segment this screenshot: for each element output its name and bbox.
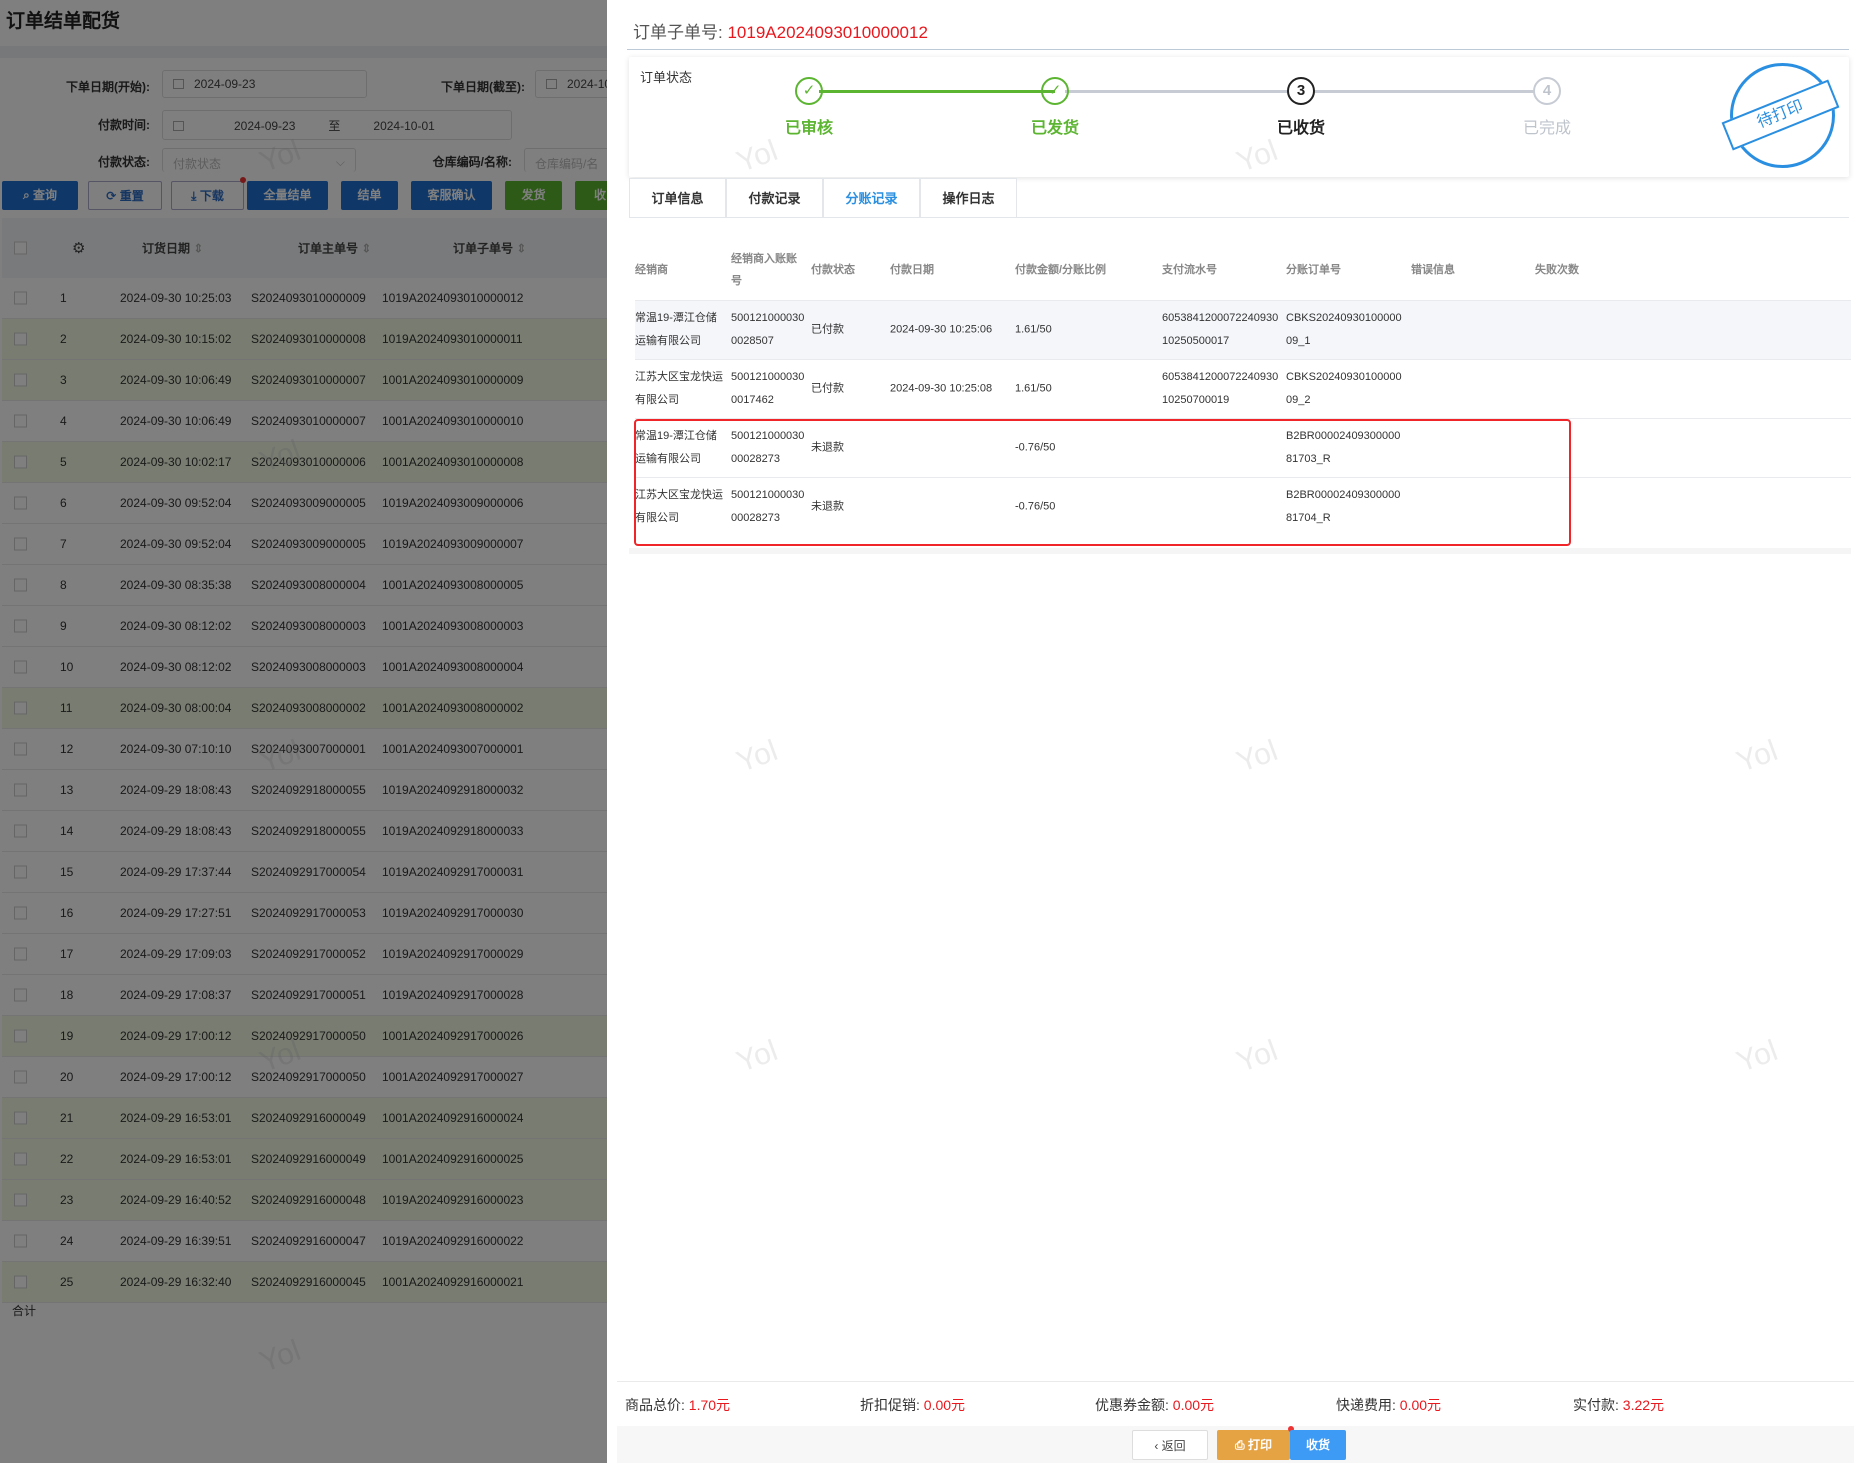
- pay-serial-no: 605384120007224093010250700019: [1162, 371, 1279, 406]
- order-status-card: 订单状态 ✓ 已审核 ✓ 已发货 3 已收货 4 已完成 待打印: [629, 57, 1849, 177]
- summary-value: 0.00元: [923, 1397, 966, 1413]
- order-status-label: 订单状态: [640, 70, 693, 85]
- summary-item: 实付款: 3.22元: [1573, 1395, 1664, 1415]
- sub-no-label: 订单子单号:: [633, 23, 723, 42]
- watermark: Yol: [732, 734, 782, 779]
- tab-payment-records[interactable]: 付款记录: [726, 178, 823, 218]
- step-shipped: ✓ 已发货: [1025, 77, 1085, 138]
- amount-ratio: 1.61/50: [1015, 382, 1052, 395]
- step-label: 已发货: [1030, 120, 1079, 137]
- printer-icon: ⎙: [1235, 1438, 1248, 1452]
- col-pay-status: 付款状态: [811, 264, 855, 276]
- chevron-left-icon: ‹: [1154, 1439, 1162, 1453]
- watermark: Yol: [1732, 734, 1782, 779]
- print-button[interactable]: ⎙ 打印: [1217, 1426, 1294, 1460]
- pending-print-stamp: 待打印: [1721, 63, 1840, 168]
- pay-status: 已付款: [811, 382, 844, 395]
- highlight-box: [634, 419, 1571, 546]
- summary-label: 优惠券金额:: [1095, 1397, 1169, 1413]
- step-received: 3 已收货: [1271, 77, 1331, 138]
- col-error-message: 错误信息: [1411, 264, 1455, 276]
- check-icon: ✓: [795, 77, 823, 105]
- step-number: 3: [1287, 77, 1315, 105]
- split-record-row: 常温19-潭江仓储运输有限公司 5001210000300028507 已付款 202…: [635, 300, 1851, 359]
- col-fail-count: 失败次数: [1535, 264, 1579, 276]
- summary-label: 快递费用:: [1336, 1397, 1396, 1413]
- step-connector: [819, 90, 1055, 93]
- split-record-row: 江苏大区宝龙快运有限公司 5001210000300017462 已付款 2024-0…: [635, 359, 1851, 418]
- sub-no-value: 1019A2024093010000012: [727, 23, 928, 42]
- pay-date: 2024-09-30 10:25:08: [890, 382, 993, 395]
- divider: [629, 548, 1851, 554]
- step-label: 已审核: [784, 120, 833, 137]
- receive-goods-button[interactable]: 收货: [1290, 1430, 1346, 1460]
- tab-order-info[interactable]: 订单信息: [629, 178, 726, 218]
- watermark: Yol: [1732, 1034, 1782, 1079]
- step-completed: 4 已完成: [1517, 77, 1577, 138]
- watermark: Yol: [732, 1034, 782, 1079]
- summary-value: 3.22元: [1622, 1397, 1665, 1413]
- tab-split-records[interactable]: 分账记录: [823, 178, 920, 218]
- order-list-page: 订单结单配货 下单日期(开始): 2024-09-23 下单日期(截至): 20…: [0, 0, 607, 1463]
- divider: [617, 1381, 1854, 1382]
- col-pay-serial-no: 支付流水号: [1162, 264, 1217, 276]
- summary-value: 0.00元: [1399, 1397, 1442, 1413]
- col-dealer: 经销商: [635, 264, 668, 276]
- summary-value: 1.70元: [688, 1397, 731, 1413]
- detail-tabs: 订单信息 付款记录 分账记录 操作日志: [629, 178, 1017, 218]
- dealer: 江苏大区宝龙快运有限公司: [635, 371, 723, 406]
- print-label: 打印: [1247, 1438, 1272, 1452]
- summary-label: 实付款:: [1573, 1397, 1619, 1413]
- dealer-account: 5001210000300028507: [731, 312, 805, 347]
- summary-item: 优惠券金额: 0.00元: [1095, 1395, 1214, 1415]
- divider: [627, 49, 1849, 50]
- split-order-no: CBKS2024093010000009_1: [1286, 312, 1402, 347]
- summary-item: 商品总价: 1.70元: [625, 1395, 730, 1415]
- step-number: 4: [1533, 77, 1561, 105]
- tab-operation-log[interactable]: 操作日志: [920, 178, 1017, 218]
- col-amount-ratio: 付款金额/分账比例: [1015, 264, 1107, 276]
- col-pay-date: 付款日期: [890, 264, 934, 276]
- dealer-account: 5001210000300017462: [731, 371, 805, 406]
- summary-item: 折扣促销: 0.00元: [860, 1395, 965, 1415]
- step-label: 已完成: [1522, 120, 1571, 137]
- col-split-order-no: 分账订单号: [1286, 264, 1341, 276]
- summary-label: 折扣促销:: [860, 1397, 920, 1413]
- amount-ratio: 1.61/50: [1015, 323, 1052, 336]
- order-detail-drawer: 订单子单号: 1019A2024093010000012 订单状态 ✓ 已审核 ✓…: [607, 0, 1854, 1463]
- table-header: 经销商 经销商入账账号 付款状态 付款日期 付款金额/分账比例 支付流水号 分账订单号 错误信…: [635, 240, 1851, 300]
- pay-status: 已付款: [811, 323, 844, 336]
- pay-date: 2024-09-30 10:25:06: [890, 323, 993, 336]
- back-button[interactable]: ‹ 返回: [1132, 1430, 1208, 1460]
- sub-order-header: 订单子单号: 1019A2024093010000012: [633, 18, 928, 43]
- summary-label: 商品总价:: [625, 1397, 685, 1413]
- stamp-text: 待打印: [1721, 79, 1840, 151]
- modal-overlay[interactable]: [0, 0, 607, 1463]
- step-label: 已收货: [1276, 120, 1325, 137]
- step-reviewed: ✓ 已审核: [779, 77, 839, 138]
- watermark: Yol: [1232, 734, 1282, 779]
- pay-serial-no: 605384120007224093010250500017: [1162, 312, 1279, 347]
- dealer: 常温19-潭江仓储运输有限公司: [635, 312, 717, 347]
- col-dealer-account: 经销商入账账号: [731, 253, 797, 287]
- back-label: 返回: [1161, 1439, 1186, 1453]
- step-connector: [1309, 90, 1539, 93]
- summary-value: 0.00元: [1172, 1397, 1215, 1413]
- summary-item: 快递费用: 0.00元: [1336, 1395, 1441, 1415]
- check-icon: ✓: [1041, 77, 1069, 105]
- split-order-no: CBKS2024093010000009_2: [1286, 371, 1402, 406]
- watermark: Yol: [1232, 1034, 1282, 1079]
- divider: [629, 217, 1849, 218]
- step-connector: [1065, 90, 1295, 93]
